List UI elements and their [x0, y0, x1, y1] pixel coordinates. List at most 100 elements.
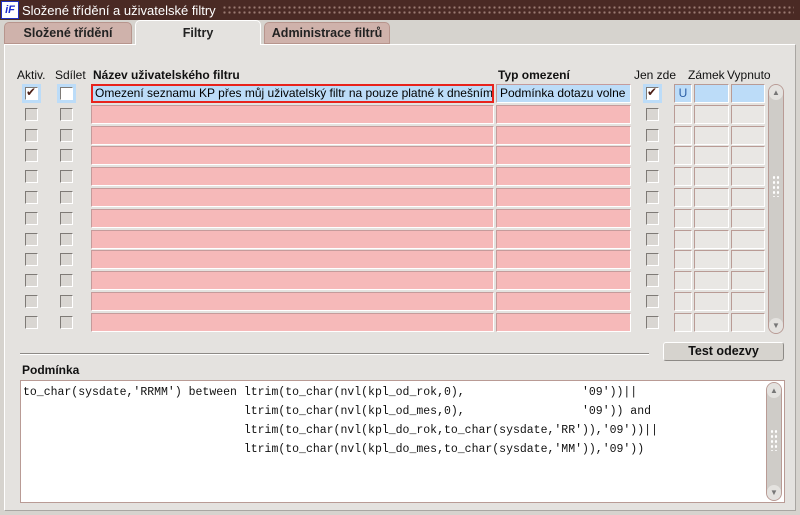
scroll-up-icon[interactable]: ▲	[767, 383, 781, 398]
sdilet-checkbox[interactable]	[60, 212, 73, 225]
scroll-grip-icon[interactable]	[770, 429, 778, 451]
jen-zde-checkbox[interactable]	[646, 233, 659, 246]
zamek-field[interactable]	[694, 126, 729, 145]
jen-zde-checkbox[interactable]	[646, 129, 659, 142]
typ-omezeni-field[interactable]	[496, 292, 631, 311]
filter-name-field[interactable]	[91, 230, 494, 249]
jen-zde-checkbox[interactable]	[646, 253, 659, 266]
tab-filtry[interactable]: Filtry	[135, 20, 261, 45]
grid-scrollbar[interactable]: ▲ ▼	[768, 84, 784, 334]
jen-zde-checkbox[interactable]	[646, 316, 659, 329]
sdilet-checkbox[interactable]	[60, 316, 73, 329]
aktiv-cell	[22, 105, 41, 124]
sdilet-checkbox[interactable]	[60, 233, 73, 246]
condition-editor[interactable]: to_char(sysdate,'RRMM') between ltrim(to…	[20, 380, 785, 503]
typ-omezeni-field[interactable]	[496, 230, 631, 249]
zamek-field[interactable]	[694, 188, 729, 207]
aktiv-checkbox[interactable]	[25, 170, 38, 183]
filter-name-field[interactable]	[91, 167, 494, 186]
aktiv-checkbox[interactable]	[25, 149, 38, 162]
sdilet-checkbox[interactable]	[60, 191, 73, 204]
aktiv-checkbox[interactable]	[25, 316, 38, 329]
jen-zde-checkbox[interactable]	[646, 191, 659, 204]
filter-name-field[interactable]	[91, 209, 494, 228]
zamek-field[interactable]	[694, 146, 729, 165]
vypnuto-field[interactable]	[731, 230, 765, 249]
aktiv-checkbox[interactable]	[25, 191, 38, 204]
typ-omezeni-field[interactable]	[496, 209, 631, 228]
zamek-field[interactable]	[694, 209, 729, 228]
scroll-grip-icon[interactable]	[772, 175, 780, 197]
filter-name-field[interactable]	[91, 292, 494, 311]
sdilet-checkbox[interactable]	[60, 108, 73, 121]
scroll-up-icon[interactable]: ▲	[769, 85, 783, 100]
aktiv-checkbox[interactable]	[25, 129, 38, 142]
code-line: ltrim(to_char(nvl(kpl_do_mes,to_char(sys…	[23, 443, 645, 456]
filter-name-field[interactable]	[91, 271, 494, 290]
vypnuto-field[interactable]	[731, 292, 765, 311]
jen-zde-checkbox[interactable]	[646, 108, 659, 121]
filter-name-field[interactable]	[91, 146, 494, 165]
zamek-field[interactable]	[694, 292, 729, 311]
vypnuto-field[interactable]	[731, 126, 765, 145]
sdilet-checkbox[interactable]	[60, 274, 73, 287]
typ-omezeni-field[interactable]	[496, 271, 631, 290]
typ-omezeni-field[interactable]	[496, 313, 631, 332]
vypnuto-field[interactable]	[731, 250, 765, 269]
jen-zde-checkbox[interactable]	[646, 170, 659, 183]
typ-omezeni-field[interactable]	[496, 146, 631, 165]
sdilet-checkbox[interactable]	[60, 149, 73, 162]
sdilet-checkbox[interactable]	[60, 253, 73, 266]
filter-name-field[interactable]	[91, 105, 494, 124]
zamek-field[interactable]	[694, 167, 729, 186]
sdilet-cell	[57, 313, 76, 332]
aktiv-checkbox[interactable]	[25, 108, 38, 121]
vypnuto-field[interactable]	[731, 167, 765, 186]
typ-omezeni-field[interactable]	[496, 126, 631, 145]
typ-omezeni-field[interactable]	[496, 250, 631, 269]
jen-zde-checkbox[interactable]	[646, 149, 659, 162]
vypnuto-field[interactable]	[731, 105, 765, 124]
tab-slozene-trideni[interactable]: Složené třídění	[4, 22, 132, 44]
aktiv-checkbox[interactable]	[25, 253, 38, 266]
jen-zde-checkbox[interactable]	[646, 274, 659, 287]
scroll-down-icon[interactable]: ▼	[767, 485, 781, 500]
jen-zde-checkbox[interactable]	[646, 212, 659, 225]
sdilet-checkbox[interactable]	[60, 129, 73, 142]
jen-zde-checkbox[interactable]	[646, 85, 659, 100]
typ-omezeni-field[interactable]: Podmínka dotazu volne	[496, 84, 631, 103]
zamek-field[interactable]	[694, 271, 729, 290]
tab-administrace-filtru[interactable]: Administrace filtrů	[264, 22, 390, 44]
aktiv-checkbox[interactable]	[25, 274, 38, 287]
sdilet-checkbox[interactable]	[60, 295, 73, 308]
aktiv-checkbox[interactable]	[25, 212, 38, 225]
aktiv-checkbox[interactable]	[25, 85, 38, 100]
zamek-field[interactable]	[694, 105, 729, 124]
filter-name-field[interactable]	[91, 313, 494, 332]
vypnuto-field[interactable]	[731, 313, 765, 332]
vypnuto-field[interactable]	[731, 188, 765, 207]
zamek-field[interactable]	[694, 313, 729, 332]
filter-name-field[interactable]	[91, 250, 494, 269]
zamek-field[interactable]	[694, 84, 729, 103]
typ-omezeni-field[interactable]	[496, 105, 631, 124]
filter-name-field[interactable]	[91, 188, 494, 207]
vypnuto-field[interactable]	[731, 271, 765, 290]
vypnuto-field[interactable]	[731, 209, 765, 228]
aktiv-checkbox[interactable]	[25, 233, 38, 246]
typ-omezeni-field[interactable]	[496, 188, 631, 207]
vypnuto-field[interactable]	[731, 146, 765, 165]
zamek-field[interactable]	[694, 230, 729, 249]
sdilet-checkbox[interactable]	[60, 87, 73, 100]
vypnuto-field[interactable]	[731, 84, 765, 103]
sdilet-checkbox[interactable]	[60, 170, 73, 183]
scroll-down-icon[interactable]: ▼	[769, 318, 783, 333]
filter-name-field[interactable]	[91, 126, 494, 145]
jen-zde-checkbox[interactable]	[646, 295, 659, 308]
aktiv-checkbox[interactable]	[25, 295, 38, 308]
filter-name-field[interactable]: Omezení seznamu KP přes můj uživatelský …	[91, 84, 494, 103]
typ-omezeni-field[interactable]	[496, 167, 631, 186]
zamek-field[interactable]	[694, 250, 729, 269]
test-odezvy-button[interactable]: Test odezvy	[663, 342, 784, 361]
condition-scrollbar[interactable]: ▲ ▼	[766, 382, 782, 501]
